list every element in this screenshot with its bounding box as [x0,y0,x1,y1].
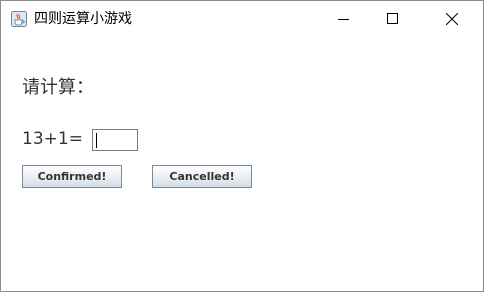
window-title: 四则运算小游戏 [34,11,132,27]
prompt-label: 请计算： [22,77,94,98]
title-bar[interactable]: 四则运算小游戏 [1,1,483,38]
app-window: 四则运算小游戏 请计算： 13+1= Confirmed! Cancelled! [0,0,484,292]
cancel-button[interactable]: Cancelled! [152,165,252,188]
maximize-button[interactable] [371,1,417,38]
content-panel: 请计算： 13+1= Confirmed! Cancelled! [1,38,483,291]
close-button[interactable] [430,1,476,38]
java-coffee-cup-icon [11,11,27,27]
answer-input[interactable] [92,129,138,151]
close-icon [446,13,458,25]
text-caret [96,133,97,148]
confirm-button[interactable]: Confirmed! [22,165,122,188]
maximize-icon [387,13,398,24]
minimize-icon [338,19,349,20]
question-label: 13+1= [22,129,83,149]
minimize-button[interactable] [322,1,368,38]
